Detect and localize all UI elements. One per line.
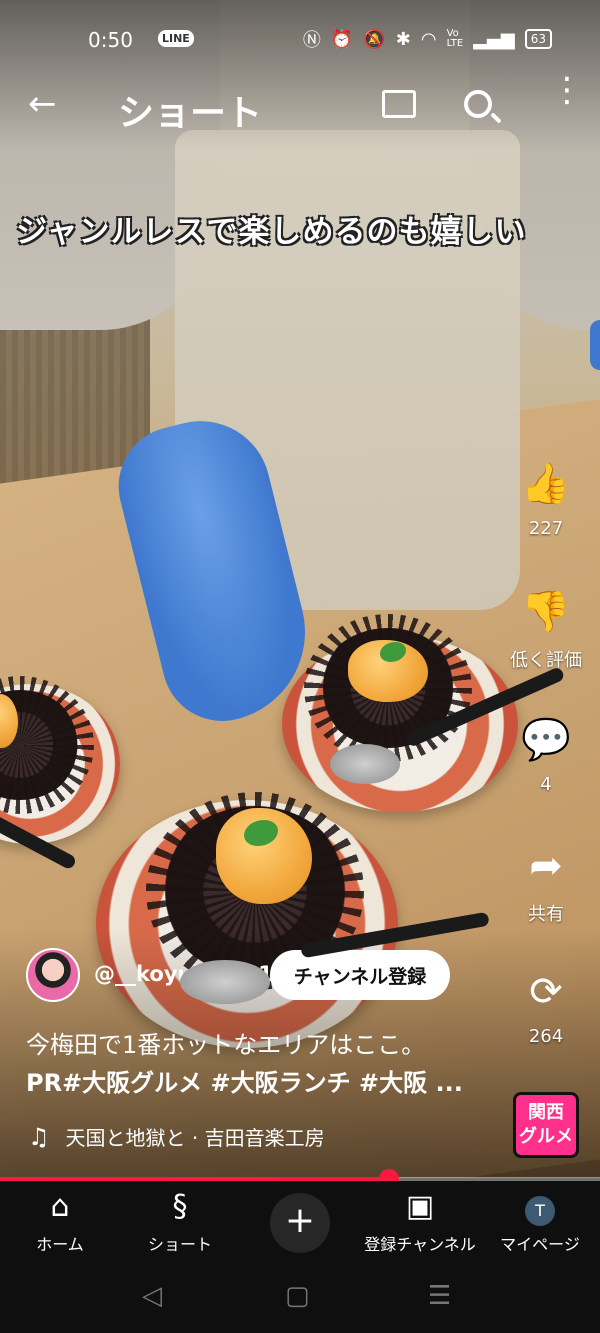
description-line-1: 今梅田で1番ホットなエリアはここ。	[26, 1031, 426, 1059]
like-count: 227	[528, 518, 564, 539]
share-button[interactable]: ➦ 共有	[500, 842, 592, 926]
comments-button[interactable]: 💬 4	[500, 716, 592, 795]
signal-icon: ▂▄▆	[473, 28, 515, 50]
thumbs-down-icon: 👎	[521, 589, 571, 635]
nav-subscriptions[interactable]: ▣ 登録チャンネル	[360, 1189, 480, 1255]
remix-button[interactable]: ⟳ 264	[500, 968, 592, 1047]
comment-icon: 💬	[521, 717, 571, 763]
system-nav-bar: ◁ ▢ ☰	[0, 1265, 600, 1333]
bottom-nav: ⌂ ホーム § ショート + ▣ 登録チャンネル T マイページ	[0, 1181, 600, 1265]
comment-count: 4	[540, 774, 552, 795]
like-button[interactable]: 👍 227	[500, 460, 592, 539]
nfc-icon: Ⓝ	[302, 30, 321, 51]
subscribe-button[interactable]: チャンネル登録	[270, 950, 450, 1000]
video-description[interactable]: 今梅田で1番ホットなエリアはここ。 PR#大阪グルメ #大阪ランチ #大阪 ..…	[26, 1026, 496, 1102]
nav-subscriptions-label: 登録チャンネル	[364, 1235, 476, 1254]
nav-home[interactable]: ⌂ ホーム	[0, 1189, 120, 1255]
more-options-icon[interactable]: ⋮	[550, 73, 584, 107]
music-title: 天国と地獄と · 吉田音楽工房	[65, 1126, 325, 1150]
remix-count: 264	[528, 1026, 564, 1047]
bluetooth-icon: ✱	[395, 28, 411, 50]
system-home-icon[interactable]: ▢	[285, 1281, 310, 1311]
status-bar: 0:50 LINE Ⓝ ⏰ 🔕 ✱ ◠ Vo LTE ▂▄▆ 63	[0, 18, 600, 62]
share-icon: ➦	[529, 843, 563, 889]
home-icon: ⌂	[50, 1189, 70, 1224]
spoon-bowl	[180, 960, 270, 1004]
system-back-icon[interactable]: ◁	[142, 1281, 162, 1311]
back-arrow-icon[interactable]: ←	[28, 84, 57, 124]
blue-glove-right	[590, 320, 600, 370]
music-note-icon: ♫	[28, 1122, 50, 1151]
page-title: ショート	[118, 93, 263, 134]
nav-you[interactable]: T マイページ	[480, 1189, 600, 1255]
line-app-icon: LINE	[158, 30, 194, 47]
video-caption: ジャンルレスで楽しめるのも嬉しい	[16, 214, 527, 250]
status-time: 0:50	[88, 28, 133, 52]
alarm-icon: ⏰	[330, 28, 354, 50]
subscriptions-icon: ▣	[405, 1189, 435, 1224]
user-avatar: T	[525, 1196, 555, 1226]
top-bar: ← ショート ⋮	[0, 73, 600, 138]
wifi-icon: ◠	[420, 28, 437, 50]
channel-avatar[interactable]	[26, 948, 80, 1002]
nav-home-label: ホーム	[36, 1235, 84, 1254]
create-button[interactable]: +	[270, 1193, 330, 1253]
badge-line-1: 関西	[528, 1102, 564, 1123]
search-icon[interactable]	[464, 90, 492, 118]
battery-icon: 63	[524, 29, 552, 49]
status-icons: Ⓝ ⏰ 🔕 ✱ ◠ Vo LTE ▂▄▆ 63	[303, 26, 552, 52]
dislike-button[interactable]: 👎 低く評価	[500, 588, 592, 672]
badge-line-2: グルメ	[519, 1126, 573, 1147]
music-row[interactable]: ♫ 天国と地獄と · 吉田音楽工房	[28, 1122, 325, 1151]
thumbs-up-icon: 👍	[521, 461, 571, 507]
shorts-icon: §	[172, 1189, 188, 1224]
nav-you-label: マイページ	[500, 1235, 580, 1254]
remix-icon: ⟳	[529, 969, 563, 1015]
mute-icon: 🔕	[363, 28, 386, 50]
cast-icon[interactable]	[382, 90, 416, 118]
sound-thumbnail[interactable]: 関西 グルメ	[513, 1092, 579, 1158]
share-label: 共有	[528, 904, 564, 925]
nav-shorts-label: ショート	[147, 1235, 212, 1254]
volte-icon: Vo LTE	[446, 28, 464, 49]
dislike-label: 低く評価	[510, 650, 582, 671]
nav-shorts[interactable]: § ショート	[120, 1189, 240, 1255]
system-recents-icon[interactable]: ☰	[428, 1281, 451, 1311]
description-line-2: PR#大阪グルメ #大阪ランチ #大阪 ...	[26, 1069, 463, 1097]
spoon-bowl	[330, 744, 400, 784]
